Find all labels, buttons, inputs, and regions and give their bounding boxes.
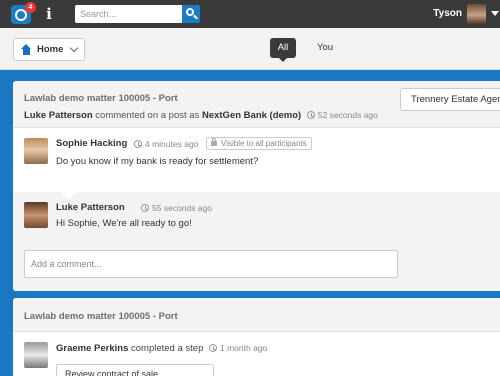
app-logo-notifications[interactable]: 4 (11, 2, 36, 24)
search-input[interactable] (75, 5, 182, 23)
post-time: 4 minutes ago (145, 139, 199, 149)
user-avatar[interactable] (467, 4, 486, 24)
activity-actor[interactable]: Luke Patterson (24, 110, 93, 121)
tab-you[interactable]: You (309, 38, 341, 58)
clock-icon (134, 140, 142, 148)
activity-time: 1 month ago (220, 343, 268, 353)
comment-pointer (61, 192, 77, 200)
info-icon[interactable]: i (44, 5, 54, 23)
card-header: Lawlab demo matter 100005 - Port Luke Pa… (13, 81, 500, 128)
activity-actor[interactable]: Graeme Perkins (56, 343, 128, 354)
activity-action: completed a step (131, 343, 204, 354)
top-navigation-bar: 4 i Tyson (0, 0, 500, 28)
activity-time: 52 seconds ago (317, 110, 378, 120)
activity-summary: Graeme Perkins completed a step 1 month … (56, 343, 267, 354)
activity-card: Lawlab demo matter 100005 - Port Graeme … (13, 298, 500, 376)
notification-badge: 4 (25, 2, 36, 13)
clock-icon (306, 111, 315, 119)
comment-meta: 55 seconds ago (138, 203, 212, 213)
comment-text: Hi Sophie, We're all ready to go! (56, 218, 192, 229)
clock-icon (141, 204, 149, 212)
activity-card: Lawlab demo matter 100005 - Port Luke Pa… (13, 81, 500, 291)
activity-summary: Luke Patterson commented on a post as Ne… (24, 110, 378, 121)
avatar[interactable] (24, 138, 48, 164)
lock-icon (211, 138, 217, 146)
activity-org[interactable]: NextGen Bank (demo) (202, 110, 301, 121)
add-comment-input[interactable] (24, 250, 398, 278)
avatar[interactable] (24, 342, 48, 368)
search-button[interactable] (182, 5, 200, 23)
card-header: Lawlab demo matter 100005 - Port (13, 298, 500, 332)
sub-header: Home All You (0, 28, 500, 70)
post: Sophie Hacking 4 minutes ago Visible to … (13, 128, 500, 192)
tab-all[interactable]: All (270, 38, 296, 58)
user-menu-caret-icon[interactable] (491, 11, 499, 16)
visibility-label: Visible to all participants (221, 139, 307, 148)
active-tab-pointer (279, 58, 287, 62)
home-icon (21, 44, 32, 55)
post-meta: 4 minutes ago (131, 139, 198, 149)
org-button[interactable]: Trennery Estate Agent (400, 88, 500, 111)
avatar[interactable] (24, 202, 48, 228)
home-icon-base (23, 49, 30, 55)
user-name[interactable]: Tyson (433, 8, 462, 19)
search-icon-handle (193, 14, 198, 20)
comment-section: Luke Patterson 55 seconds ago Hi Sophie,… (13, 192, 500, 291)
visibility-badge: Visible to all participants (206, 137, 312, 150)
post-author[interactable]: Sophie Hacking (56, 138, 127, 149)
home-label: Home (37, 44, 64, 55)
completed-step-box[interactable]: Review contract of sale (56, 364, 214, 376)
chevron-down-icon (69, 43, 79, 53)
activity-action: commented on a post as (95, 110, 200, 121)
comment-time: 55 seconds ago (152, 203, 213, 213)
post-text: Do you know if my bank is ready for sett… (56, 156, 259, 167)
clock-icon (209, 344, 217, 352)
matter-title[interactable]: Lawlab demo matter 100005 - Port (24, 311, 178, 322)
matter-title[interactable]: Lawlab demo matter 100005 - Port (24, 93, 178, 104)
comment-author[interactable]: Luke Patterson (56, 202, 125, 213)
home-dropdown-button[interactable]: Home (13, 38, 85, 61)
